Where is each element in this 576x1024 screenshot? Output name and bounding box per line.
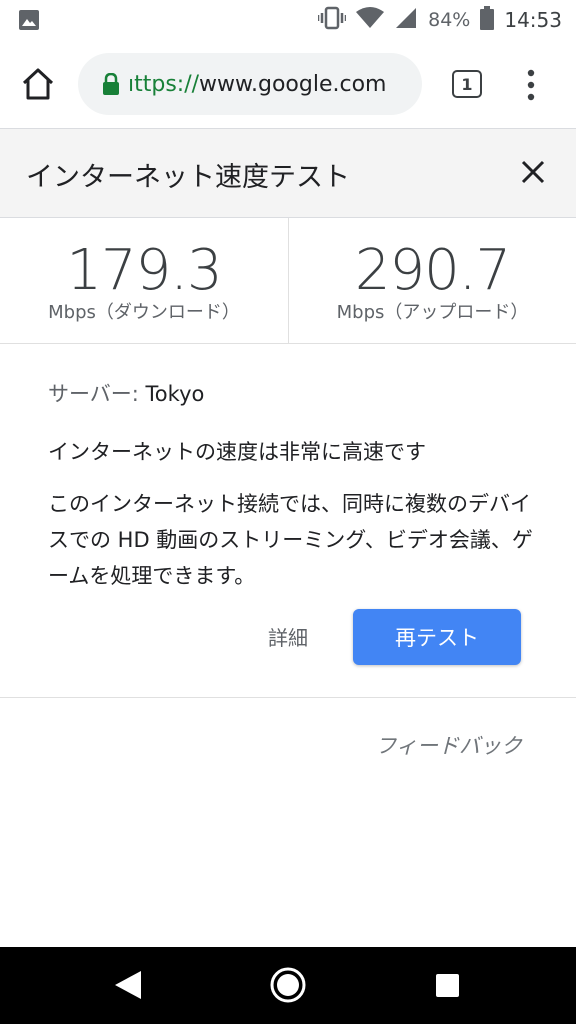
home-button[interactable] [20,66,56,102]
close-icon [521,160,545,184]
tab-switcher-button[interactable]: 1 [452,70,482,98]
tab-count: 1 [461,74,473,94]
download-unit: Mbps（ダウンロード） [48,302,240,323]
retest-button[interactable]: 再テスト [353,609,521,665]
home-icon [22,68,54,100]
image-icon [18,9,40,35]
server-line: サーバー: Tokyo [48,378,538,408]
result-info: サーバー: Tokyo インターネットの速度は非常に高速です このインターネット… [48,370,538,594]
url-bar[interactable]: ıttps://www.google.com [78,53,422,115]
divider [0,697,576,698]
overflow-menu-button[interactable] [522,68,540,102]
url-scheme: ıttps:// [128,71,200,97]
card-title: インターネット速度テスト [26,162,350,193]
speed-results: 179.3 Mbps（ダウンロード） 290.7 Mbps（アップロード） [0,218,576,344]
battery-icon [480,5,495,35]
back-icon [115,971,141,999]
signal-icon [394,6,418,35]
url-text: ıttps://www.google.com [128,72,386,97]
back-button[interactable] [113,969,143,1001]
close-button[interactable] [518,157,548,187]
server-label: サーバー: [48,382,146,406]
upload-unit: Mbps（アップロード） [336,302,529,323]
vibrate-icon [317,6,347,35]
more-vert-icon [527,69,535,101]
browser-toolbar: ıttps://www.google.com 1 [0,40,576,128]
upload-value: 290.7 [354,238,511,303]
download-stat: 179.3 Mbps（ダウンロード） [0,218,288,344]
status-bar: 84% 14:53 [0,0,576,40]
battery-percent: 84% [428,9,471,31]
download-value: 179.3 [66,238,222,303]
speed-summary: インターネットの速度は非常に高速です [48,440,426,464]
wifi-icon [356,6,385,35]
url-host: www.google.com [199,71,387,97]
lock-icon [103,73,119,95]
home-nav-button[interactable] [269,966,307,1004]
system-nav-bar [0,947,576,1024]
feedback-link[interactable]: フィードバック [375,730,522,760]
recents-button[interactable] [436,974,459,997]
clock: 14:53 [504,8,562,32]
home-circle-icon [270,967,306,1003]
details-button[interactable]: 詳細 [268,622,308,651]
speed-test-header: インターネット速度テスト [0,128,576,218]
speed-description: このインターネット接続では、同時に複数のデバイスでの HD 動画のストリーミング… [48,492,533,588]
server-value: Tokyo [145,382,205,406]
upload-stat: 290.7 Mbps（アップロード） [288,218,576,344]
